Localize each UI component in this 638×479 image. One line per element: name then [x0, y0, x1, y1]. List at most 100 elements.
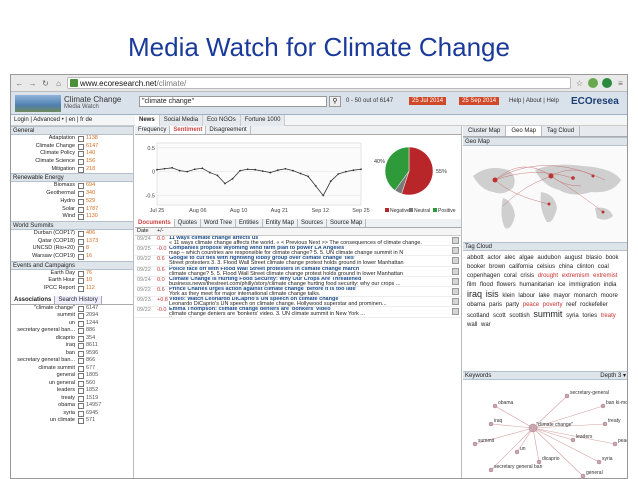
- keyword-graph[interactable]: obama secretary-general ban ki-moon iraq "cl…: [463, 380, 627, 478]
- facet-checkbox[interactable]: [78, 270, 84, 277]
- tag-cloud-term[interactable]: booker: [467, 264, 485, 270]
- tab-news[interactable]: News: [135, 115, 160, 126]
- graph-node[interactable]: [602, 421, 608, 427]
- facet-row[interactable]: IPCC Report 112: [11, 285, 133, 293]
- tag-cloud-term[interactable]: rockefeller: [580, 302, 608, 308]
- tag-cloud-term[interactable]: moore: [601, 293, 618, 299]
- tag-cloud-term[interactable]: obama: [467, 302, 485, 308]
- tag-cloud-term[interactable]: coral: [504, 273, 517, 279]
- date-from[interactable]: 25 Jul 2014: [409, 97, 447, 105]
- tab-sources[interactable]: Sources: [298, 219, 327, 227]
- tab-frequency[interactable]: Frequency: [135, 126, 171, 134]
- login-links[interactable]: Login | Advanced • | en | fr de: [14, 115, 92, 125]
- graph-node[interactable]: [514, 449, 520, 455]
- association-checkbox[interactable]: [78, 388, 84, 395]
- document-row[interactable]: 09/24 0.0 11 ways climate change affects u…: [135, 236, 461, 247]
- tab-source-map[interactable]: Source Map: [327, 219, 367, 227]
- association-row[interactable]: "climate change" 6147: [11, 305, 133, 313]
- tab-eco-ngos[interactable]: Eco NGOs: [203, 115, 241, 126]
- facet-checkbox[interactable]: [78, 278, 84, 285]
- tab-tag-cloud[interactable]: Tag Cloud: [542, 126, 581, 136]
- tag-cloud-term[interactable]: scottish: [509, 313, 529, 319]
- association-row[interactable]: ban 9596: [11, 350, 133, 358]
- tag-cloud-term[interactable]: treaty: [601, 313, 616, 319]
- tab-associations[interactable]: Associations: [11, 295, 56, 304]
- date-to[interactable]: 25 Sep 2014: [459, 97, 500, 105]
- association-row[interactable]: secretary general ban... 886: [11, 327, 133, 335]
- association-row[interactable]: syria 6945: [11, 410, 133, 418]
- forward-icon[interactable]: →: [28, 79, 37, 88]
- facet-row[interactable]: Mitigation 218: [11, 166, 133, 174]
- tag-cloud-term[interactable]: film: [467, 282, 476, 288]
- facet-row[interactable]: Solar 1787: [11, 206, 133, 214]
- tag-cloud-term[interactable]: peace: [523, 302, 539, 308]
- facet-row[interactable]: Hydro 529: [11, 198, 133, 206]
- tab-quotes[interactable]: Quotes: [175, 219, 202, 227]
- tag-cloud-term[interactable]: labour: [518, 293, 535, 299]
- tag-cloud-term[interactable]: scotland: [467, 313, 489, 319]
- tag-cloud-term[interactable]: war: [481, 322, 491, 328]
- association-checkbox[interactable]: [78, 365, 84, 372]
- extension-icon-2[interactable]: [602, 78, 612, 88]
- association-row[interactable]: un general 560: [11, 380, 133, 388]
- facet-checkbox[interactable]: [78, 183, 84, 190]
- tag-cloud-term[interactable]: copenhagen: [467, 273, 500, 279]
- tag-cloud-term[interactable]: brown: [489, 264, 505, 270]
- association-checkbox[interactable]: [78, 328, 84, 335]
- facet-checkbox[interactable]: [78, 191, 84, 198]
- extension-icon[interactable]: [588, 78, 598, 88]
- tag-cloud-term[interactable]: crisis: [520, 273, 534, 279]
- reload-icon[interactable]: ↻: [41, 79, 50, 88]
- tag-cloud-term[interactable]: iraq: [467, 289, 482, 299]
- association-checkbox[interactable]: [78, 320, 84, 327]
- tag-cloud-term[interactable]: lake: [539, 293, 550, 299]
- document-row[interactable]: 09/22 0.6 Google to cut ties with rightwin…: [135, 256, 461, 267]
- tag-cloud-term[interactable]: mayor: [553, 293, 570, 299]
- association-checkbox[interactable]: [78, 305, 84, 312]
- section-renewable-energy[interactable]: Renewable Energy: [11, 173, 133, 183]
- facet-checkbox[interactable]: [78, 166, 84, 173]
- tab-word-tree[interactable]: Word Tree: [201, 219, 236, 227]
- facet-checkbox[interactable]: [78, 198, 84, 205]
- graph-node[interactable]: [612, 441, 618, 447]
- tag-cloud-term[interactable]: book: [606, 255, 619, 261]
- facet-checkbox[interactable]: [78, 246, 84, 253]
- association-row[interactable]: obama 14957: [11, 402, 133, 410]
- tag-cloud-term[interactable]: tories: [582, 313, 597, 319]
- facet-checkbox[interactable]: [78, 206, 84, 213]
- graph-node[interactable]: [472, 441, 478, 447]
- tag-cloud-term[interactable]: klein: [502, 293, 514, 299]
- tag-cloud-term[interactable]: poverty: [543, 302, 563, 308]
- tab-social-media[interactable]: Social Media: [159, 115, 204, 126]
- document-row[interactable]: 09/22 0.6 Prince Charles urges action agai…: [135, 287, 461, 298]
- document-row[interactable]: 09/24 0.0 Climate Change Is Hurting Food S…: [135, 277, 461, 287]
- graph-node[interactable]: [570, 437, 576, 443]
- tab-sentiment[interactable]: Sentiment: [170, 126, 207, 134]
- association-checkbox[interactable]: [78, 380, 84, 387]
- facet-row[interactable]: Wind 1130: [11, 213, 133, 221]
- tag-cloud-term[interactable]: clinton: [577, 264, 594, 270]
- association-row[interactable]: summit 2094: [11, 312, 133, 320]
- geo-map[interactable]: [463, 146, 627, 242]
- facet-checkbox[interactable]: [78, 143, 84, 150]
- tag-cloud-term[interactable]: reef: [566, 302, 576, 308]
- document-row[interactable]: 09/22 0.6 Police face off with Flood Wall …: [135, 267, 461, 277]
- url-bar[interactable]: www.ecoresearch.net/climate/: [67, 77, 571, 89]
- tab-disagreement[interactable]: Disagreement: [206, 126, 251, 134]
- association-checkbox[interactable]: [78, 373, 84, 380]
- tag-cloud-term[interactable]: summit: [533, 309, 562, 319]
- facet-row[interactable]: Earth Day 76: [11, 270, 133, 278]
- association-checkbox[interactable]: [78, 403, 84, 410]
- association-row[interactable]: treaty 1519: [11, 395, 133, 403]
- tag-cloud-term[interactable]: abbott: [467, 255, 484, 261]
- tag-cloud-term[interactable]: china: [559, 264, 573, 270]
- association-checkbox[interactable]: [78, 350, 84, 357]
- facet-row[interactable]: Climate Policy 140: [11, 150, 133, 158]
- facet-row[interactable]: Geothermal 340: [11, 190, 133, 198]
- star-icon[interactable]: ☆: [575, 79, 584, 88]
- tag-cloud-term[interactable]: audubon: [537, 255, 560, 261]
- association-checkbox[interactable]: [78, 410, 84, 417]
- menu-icon[interactable]: ≡: [616, 79, 625, 88]
- facet-row[interactable]: UNCSD (Rio+20) 8: [11, 245, 133, 253]
- facet-checkbox[interactable]: [78, 286, 84, 292]
